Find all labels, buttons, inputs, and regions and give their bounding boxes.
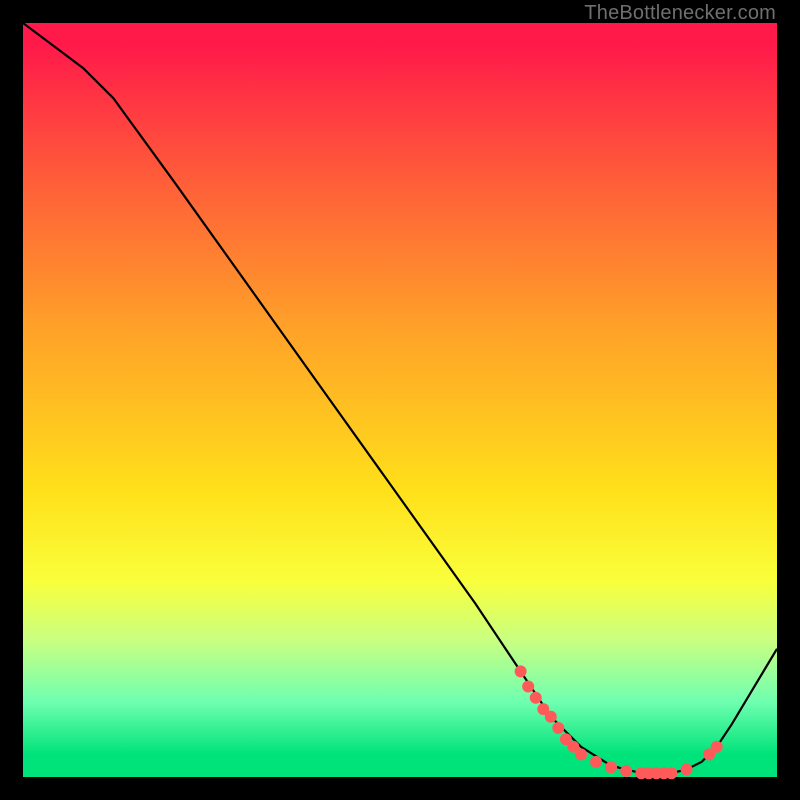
curve-marker [590, 756, 602, 768]
curve-marker [620, 765, 632, 777]
curve-marker [530, 692, 542, 704]
curve-marker [545, 711, 557, 723]
attribution-text: TheBottlenecker.com [584, 2, 776, 25]
curve-marker [681, 764, 693, 776]
bottleneck-curve [23, 23, 777, 773]
curve-marker [515, 665, 527, 677]
curve-markers [515, 665, 723, 779]
curve-marker [711, 741, 723, 753]
curve-marker [552, 722, 564, 734]
curve-marker [665, 767, 677, 779]
chart-overlay [23, 23, 777, 777]
curve-marker [575, 748, 587, 760]
curve-marker [605, 761, 617, 773]
curve-marker [522, 681, 534, 693]
